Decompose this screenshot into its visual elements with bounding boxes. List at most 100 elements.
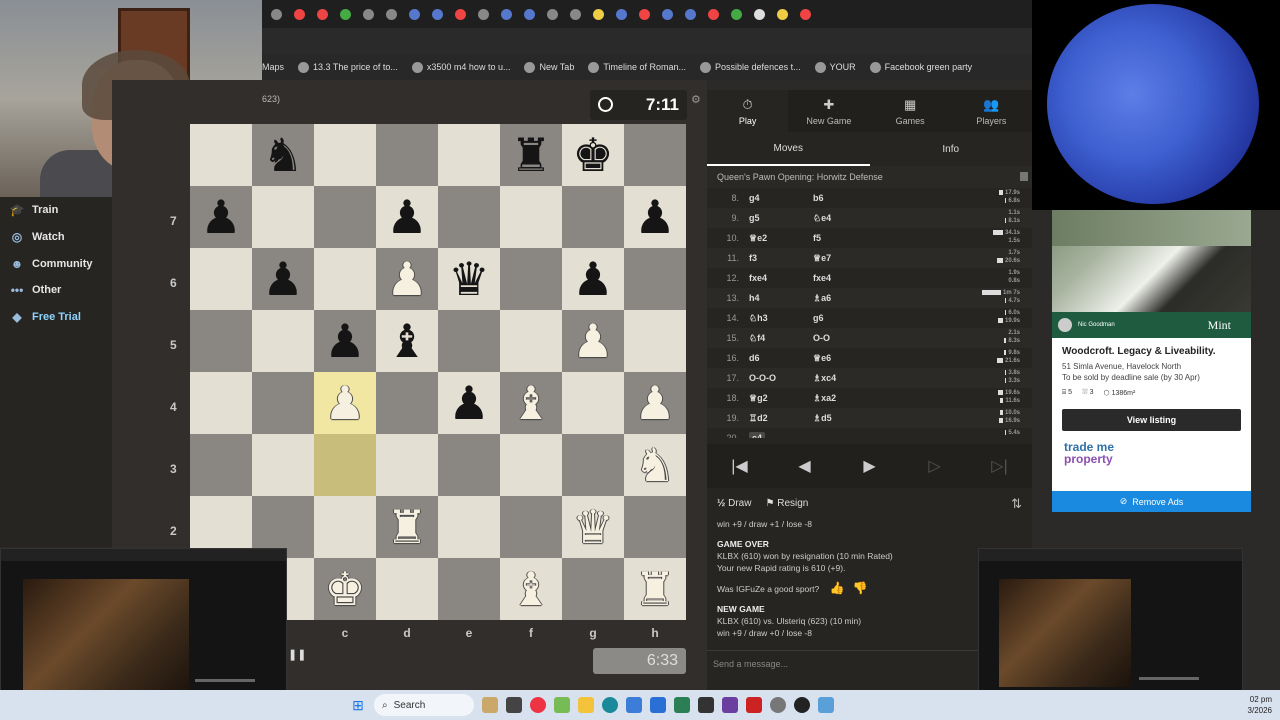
app-icon-1[interactable] xyxy=(482,697,498,713)
board-square[interactable] xyxy=(562,372,624,434)
board-square[interactable] xyxy=(438,558,500,620)
white-move[interactable]: ♖d2 xyxy=(747,413,813,424)
board-square[interactable]: ♛ xyxy=(438,248,500,310)
bookmark-item[interactable]: Facebook green party xyxy=(869,61,972,73)
app-icon-7[interactable] xyxy=(722,697,738,713)
first-move-button[interactable]: |◀ xyxy=(715,456,765,476)
browser-tab[interactable] xyxy=(335,4,356,24)
browser-tab[interactable] xyxy=(680,4,701,24)
white-knight-icon[interactable]: ♞ xyxy=(634,442,675,488)
board-square[interactable]: ♝ xyxy=(500,372,562,434)
browser-tab[interactable] xyxy=(634,4,655,24)
white-move[interactable]: ♘f4 xyxy=(747,333,813,344)
board-square[interactable] xyxy=(500,496,562,558)
white-move[interactable]: c4 xyxy=(747,432,813,438)
bookmark-item[interactable]: x3500 m4 how to u... xyxy=(411,61,510,73)
white-move[interactable]: ♘h3 xyxy=(747,313,813,324)
last-move-button[interactable]: ▷| xyxy=(975,456,1025,476)
browser-tab[interactable] xyxy=(749,4,770,24)
board-square[interactable] xyxy=(624,248,686,310)
white-rook-icon[interactable]: ♜ xyxy=(386,504,427,550)
white-queen-icon[interactable]: ♛ xyxy=(572,504,613,550)
edge-icon[interactable] xyxy=(602,697,618,713)
board-square[interactable]: ♝ xyxy=(376,310,438,372)
app-icon-3[interactable] xyxy=(554,697,570,713)
system-tray-clock[interactable]: 02 pm 3/2026 xyxy=(1248,694,1272,716)
black-pawn-icon[interactable]: ♟ xyxy=(448,380,489,426)
app-icon-5[interactable] xyxy=(674,697,690,713)
board-square[interactable] xyxy=(500,248,562,310)
board-square[interactable] xyxy=(314,248,376,310)
board-square[interactable] xyxy=(314,496,376,558)
black-move[interactable]: ♗a6 xyxy=(813,293,903,304)
browser-tab[interactable] xyxy=(611,4,632,24)
browser-tab[interactable] xyxy=(266,4,287,24)
black-move[interactable]: ♗xc4 xyxy=(813,373,903,384)
taskbar-search[interactable]: ⌕ Search xyxy=(374,694,474,716)
board-square[interactable]: ♟ xyxy=(190,186,252,248)
board-square[interactable] xyxy=(252,434,314,496)
black-move[interactable]: g6 xyxy=(813,313,903,323)
black-pawn-icon[interactable]: ♟ xyxy=(386,194,427,240)
store-icon[interactable] xyxy=(650,697,666,713)
play-button[interactable]: ▶ xyxy=(845,456,895,476)
flip-board-icon[interactable]: ⇅ xyxy=(1011,496,1022,512)
white-pawn-icon[interactable]: ♟ xyxy=(572,318,613,364)
board-square[interactable] xyxy=(500,186,562,248)
browser-tab[interactable] xyxy=(473,4,494,24)
black-king-icon[interactable]: ♚ xyxy=(572,132,613,178)
browser-tab[interactable] xyxy=(772,4,793,24)
thumbs-up-icon[interactable]: 👍 xyxy=(830,581,845,595)
board-square[interactable]: ♟ xyxy=(562,248,624,310)
board-square[interactable] xyxy=(376,372,438,434)
bookmark-item[interactable]: New Tab xyxy=(524,61,574,73)
white-move[interactable]: g4 xyxy=(747,193,813,203)
black-pawn-icon[interactable]: ♟ xyxy=(262,256,303,302)
board-square[interactable]: ♟ xyxy=(438,372,500,434)
white-bishop-icon[interactable]: ♝ xyxy=(510,566,551,612)
board-square[interactable]: ♟ xyxy=(624,186,686,248)
board-square[interactable] xyxy=(500,310,562,372)
prev-move-button[interactable]: ◀ xyxy=(780,456,830,476)
gear-icon[interactable]: ⚙ xyxy=(691,93,701,106)
browser-tab[interactable] xyxy=(358,4,379,24)
bookmark-item[interactable]: 13.3 The price of to... xyxy=(298,61,398,73)
board-square[interactable]: ♜ xyxy=(500,124,562,186)
board-square[interactable] xyxy=(376,124,438,186)
board-square[interactable]: ♟ xyxy=(562,310,624,372)
black-pawn-icon[interactable]: ♟ xyxy=(324,318,365,364)
chess-board[interactable]: ♞ ♜ ♚ ♟ ♟ ♟ ♟ ♟ ♛ ♟ ♟ ♝ ♟ ♟ ♟ ♝ ♟ ♞ ♜ ♛ ♚ ♝ ♜ xyxy=(190,124,686,620)
board-square[interactable] xyxy=(252,372,314,434)
remove-ads-button[interactable]: ⊘ Remove Ads xyxy=(1052,491,1251,512)
nav-train[interactable]: 🎓 Train xyxy=(0,197,112,224)
folder-icon[interactable] xyxy=(578,697,594,713)
tab-info[interactable]: Info xyxy=(870,132,1033,166)
board-square[interactable]: ♞ xyxy=(252,124,314,186)
app-icon-9[interactable] xyxy=(794,697,810,713)
browser-tab[interactable] xyxy=(404,4,425,24)
board-square[interactable] xyxy=(562,186,624,248)
nav-free-trial[interactable]: ◆ Free Trial xyxy=(0,304,112,331)
board-square[interactable]: ♜ xyxy=(376,496,438,558)
board-square[interactable]: ♟ xyxy=(376,186,438,248)
black-move[interactable]: b6 xyxy=(813,193,903,203)
white-move[interactable]: fxe4 xyxy=(747,273,813,283)
board-square[interactable] xyxy=(500,434,562,496)
tab-play[interactable]: ⏱ Play xyxy=(707,90,789,132)
black-move[interactable]: ♕e7 xyxy=(813,253,903,264)
address-bar[interactable] xyxy=(262,28,1032,54)
app-icon-10[interactable] xyxy=(818,697,834,713)
board-square[interactable] xyxy=(190,248,252,310)
black-move[interactable]: fxe4 xyxy=(813,273,903,283)
black-move[interactable]: ♗xa2 xyxy=(813,393,903,404)
nav-other[interactable]: ••• Other xyxy=(0,277,112,304)
browser-tab[interactable] xyxy=(450,4,471,24)
pause-icon[interactable]: ❚❚ xyxy=(288,648,306,661)
board-square[interactable] xyxy=(190,310,252,372)
draw-button[interactable]: ½ Draw xyxy=(717,498,751,509)
board-square[interactable] xyxy=(438,124,500,186)
browser-tab[interactable] xyxy=(588,4,609,24)
browser-tab[interactable] xyxy=(427,4,448,24)
board-square[interactable] xyxy=(438,434,500,496)
browser-tab[interactable] xyxy=(496,4,517,24)
